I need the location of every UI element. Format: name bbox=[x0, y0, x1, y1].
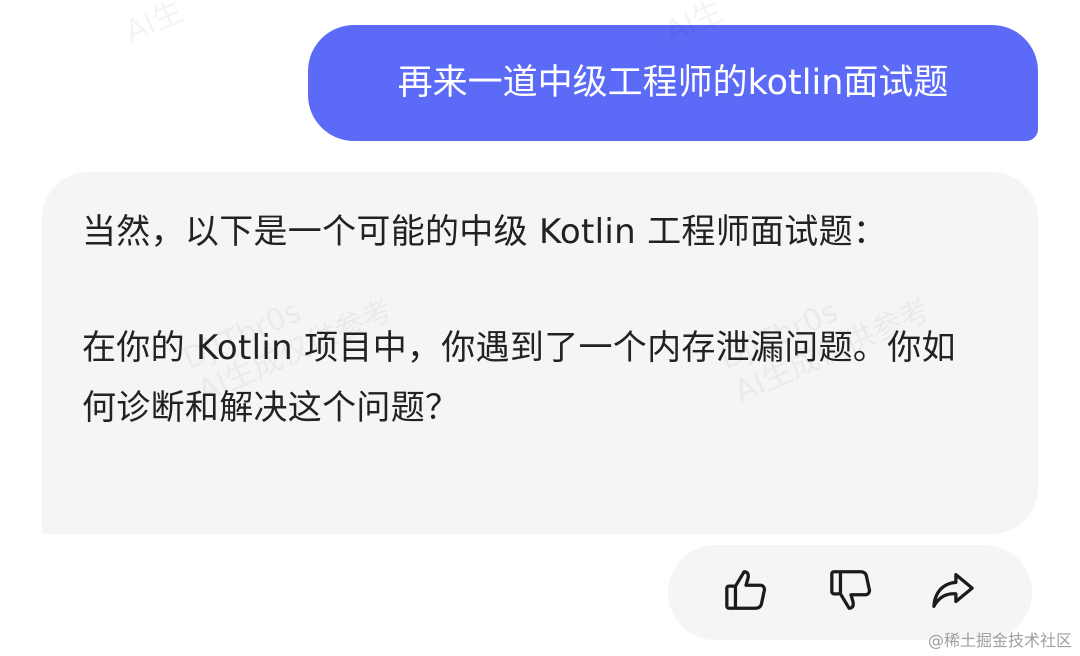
thumbs-up-icon bbox=[723, 567, 769, 617]
user-message-bubble[interactable]: 再来一道中级工程师的kotlin面试题 bbox=[308, 25, 1038, 141]
share-icon bbox=[930, 567, 976, 617]
thumbs-down-icon bbox=[828, 567, 874, 617]
like-button[interactable] bbox=[721, 567, 771, 617]
assistant-paragraph: 当然，以下是一个可能的中级 Kotlin 工程师面试题： bbox=[82, 212, 888, 252]
dislike-button[interactable] bbox=[826, 567, 876, 617]
message-actions-bar bbox=[668, 545, 1032, 640]
assistant-paragraph: 在你的 Kotlin 项目中，你遇到了一个内存泄漏问题。你如何诊断和解决这个问题… bbox=[82, 328, 956, 428]
watermark-text: AI生 bbox=[120, 0, 189, 51]
site-watermark: @稀土掘金技术社区 bbox=[927, 631, 1072, 650]
share-button[interactable] bbox=[928, 567, 978, 617]
assistant-message-bubble[interactable]: 当然，以下是一个可能的中级 Kotlin 工程师面试题： 在你的 Kotlin … bbox=[42, 172, 1038, 534]
user-message-text: 再来一道中级工程师的kotlin面试题 bbox=[397, 63, 949, 103]
